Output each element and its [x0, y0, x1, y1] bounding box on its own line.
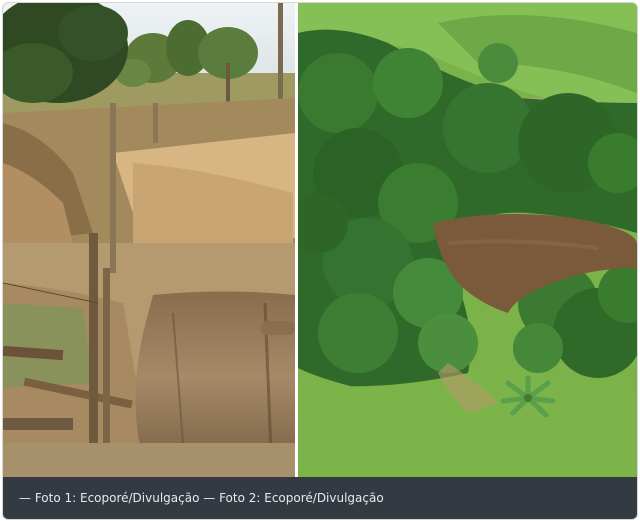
photo-credit-caption: — Foto 1: Ecoporé/Divulgação — Foto 2: E…: [19, 491, 384, 505]
image-card: — Foto 1: Ecoporé/Divulgação — Foto 2: E…: [2, 2, 638, 520]
aerial-green-pond-photo: [298, 3, 637, 477]
photo-2-aerial-forest: [298, 3, 637, 477]
caption-bar: — Foto 1: Ecoporé/Divulgação — Foto 2: E…: [3, 477, 637, 519]
photo-1-dry-riverbed: [3, 3, 295, 477]
photo-comparison: [3, 3, 637, 477]
dry-riverbed-photo: [3, 3, 295, 477]
